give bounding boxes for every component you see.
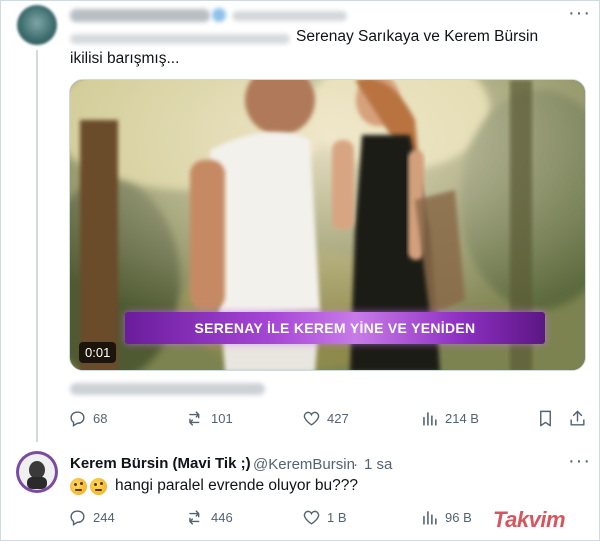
thinking-face-icon [70,477,87,495]
watermark-logo: Takvim [493,507,566,533]
bookmark-icon [540,410,551,427]
tweet-text: Serenay Sarıkaya ve Kerem Bürsin ikilisi… [70,28,539,67]
retweet-count: 446 [211,510,233,525]
avatar-image [19,454,55,490]
like-button[interactable]: 427 [302,409,349,428]
heart-icon [303,510,320,525]
avatar[interactable] [16,451,58,493]
share-button[interactable] [568,409,593,428]
retweet-count: 101 [211,411,233,426]
retweet-icon [189,510,200,525]
reply-count: 244 [93,510,115,525]
views-icon [423,412,437,426]
meta-separator: · [353,456,358,473]
like-count: 1 B [327,510,347,525]
redacted-display-name [70,9,210,22]
views-icon [423,511,437,525]
reply-button[interactable]: 244 [68,508,115,527]
reply-icon [70,510,85,526]
watermark-text: Takvim [493,507,566,532]
display-name[interactable]: Kerem Bürsin (Mavi Tik ;) [70,455,251,472]
heart-icon [303,411,320,426]
like-button[interactable]: 1 B [302,508,347,527]
post-time[interactable]: 1 sa [364,456,392,473]
retweet-button[interactable]: 101 [186,409,233,428]
redacted-handle [232,11,347,21]
more-icon[interactable]: ··· [568,450,591,473]
verified-badge-icon [212,8,226,22]
view-count: 214 B [445,411,479,426]
video-player[interactable]: SERENAY İLE KEREM YİNE VE YENİDEN 0:01 [69,79,586,371]
video-timestamp: 0:01 [79,342,117,363]
avatar[interactable] [17,5,57,45]
reply-icon [70,411,85,427]
retweet-button[interactable]: 446 [186,508,233,527]
more-icon[interactable]: ··· [568,2,591,25]
tweet-text: hangi paralel evrende oluyor bu??? [70,477,358,495]
redacted-footer [70,383,265,395]
thinking-face-icon [90,477,107,495]
tweet-actions: 68 101 427 214 B [68,409,588,431]
user-handle[interactable]: @KeremBursin [253,456,355,473]
share-icon [570,410,585,426]
tweet-text-content: hangi paralel evrende oluyor bu??? [115,477,359,494]
reply-count: 68 [93,411,108,426]
video-caption-bar: SERENAY İLE KEREM YİNE VE YENİDEN [125,312,545,344]
bookmark-button[interactable] [536,409,561,428]
views-button[interactable]: 96 B [420,508,472,527]
retweet-icon [189,411,200,426]
views-button[interactable]: 214 B [420,409,479,428]
video-caption: SERENAY İLE KEREM YİNE VE YENİDEN [194,320,476,336]
reply-button[interactable]: 68 [68,409,107,428]
view-count: 96 B [445,510,472,525]
like-count: 427 [327,411,349,426]
thread-line [36,50,38,442]
